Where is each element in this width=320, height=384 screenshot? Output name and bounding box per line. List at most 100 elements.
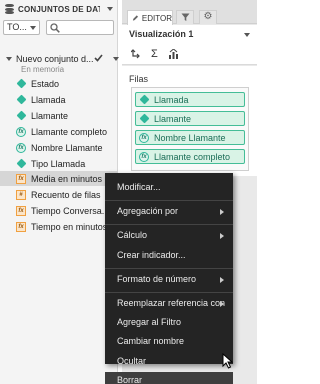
menu-separator: [105, 224, 233, 226]
field-item[interactable]: Tipo Llamada: [0, 156, 118, 171]
tab-editor[interactable]: EDITOR: [127, 10, 173, 25]
menu-item-label: Agregar al Filtro: [117, 317, 182, 328]
collapse-icon[interactable]: [6, 57, 12, 61]
rows-drop-zone[interactable]: Llamada Llamante fx Nombre Llamante fx Lla…: [131, 87, 249, 171]
chevron-down-icon: [244, 33, 250, 37]
field-label: Llamada: [31, 94, 66, 105]
editor-tab-strip: EDITOR ⚙: [122, 0, 257, 25]
field-item-selected[interactable]: fx Media en minutos: [0, 171, 118, 186]
swap-icon[interactable]: [131, 48, 141, 59]
chevron-down-icon: [30, 26, 36, 30]
menu-item-add-to-filter[interactable]: Agregar al Filtro: [105, 314, 233, 333]
field-label: Tiempo Conversa...: [31, 205, 110, 216]
menu-item-modify[interactable]: Modificar...: [105, 179, 233, 198]
database-icon: [5, 4, 14, 14]
chevron-down-icon[interactable]: [107, 7, 113, 11]
tab-editor-label: EDITOR: [141, 13, 172, 23]
field-item[interactable]: fx Nombre Llamante: [0, 140, 118, 155]
row-pill-label: Llamada: [154, 94, 189, 105]
pencil-icon: [132, 15, 139, 21]
menu-item-replace-reference[interactable]: Reemplazar referencia con: [105, 295, 233, 314]
row-pill[interactable]: fx Nombre Llamante: [135, 130, 245, 145]
menu-item-rename[interactable]: Cambiar nombre: [105, 333, 233, 352]
field-label: Nombre Llamante: [31, 142, 103, 153]
dataset-row[interactable]: Nuevo conjunto d...: [0, 52, 119, 66]
menu-separator: [105, 267, 233, 269]
dimension-icon: [139, 113, 149, 124]
check-icon: [94, 54, 103, 62]
dimension-icon: [16, 110, 26, 121]
tab-settings[interactable]: ⚙: [199, 10, 217, 24]
chevron-down-icon[interactable]: [113, 57, 119, 61]
calculated-measure-icon: fx: [16, 221, 26, 232]
search-input[interactable]: [46, 20, 114, 35]
menu-item-delete[interactable]: Borrar: [105, 371, 233, 384]
row-pill-label: Llamante completo: [154, 151, 231, 162]
menu-item-label: Formato de número: [117, 273, 197, 284]
field-item[interactable]: Llamante: [0, 108, 118, 123]
menu-item-label: Ocultar: [117, 355, 147, 366]
menu-item-hide[interactable]: Ocultar: [105, 353, 233, 372]
menu-item-aggregation[interactable]: Agregación por: [105, 203, 233, 222]
datasets-panel: CONJUNTOS DE DATO... TO... Nuevo conjunt…: [0, 0, 119, 384]
measure-count-icon: #: [16, 189, 26, 200]
gear-icon: ⚙: [203, 11, 213, 22]
submenu-arrow-icon: [220, 209, 224, 216]
mouse-cursor-icon: [222, 353, 233, 369]
field-item[interactable]: fx Tiempo Conversa...: [0, 203, 118, 218]
calculated-measure-icon: fx: [16, 173, 26, 184]
datasets-panel-title: CONJUNTOS DE DATO...: [18, 4, 100, 14]
calculated-dimension-icon: fx: [139, 151, 149, 162]
dataset-status: En memoria: [21, 65, 65, 74]
menu-item-label: Agregación por: [117, 206, 179, 217]
field-item[interactable]: Estado: [0, 76, 118, 91]
context-menu: Modificar... Agregación por Cálculo Crea…: [105, 173, 233, 384]
row-pill[interactable]: Llamante: [135, 111, 245, 126]
visualization-name: Visualización 1: [129, 29, 194, 39]
menu-item-label: Crear indicador...: [117, 249, 186, 260]
submenu-arrow-icon: [220, 276, 224, 283]
field-label: Llamante: [31, 110, 69, 121]
calculated-dimension-icon: fx: [16, 142, 26, 153]
calculated-measure-icon: fx: [16, 205, 26, 216]
editor-toolbar: Σ: [122, 43, 257, 65]
dataset-type-select[interactable]: TO...: [3, 20, 40, 35]
field-label: Media en minutos: [31, 173, 103, 184]
menu-item-create-indicator[interactable]: Crear indicador...: [105, 247, 233, 266]
field-item[interactable]: fx Tiempo en minutos: [0, 219, 118, 234]
dimension-icon: [139, 94, 149, 105]
sigma-icon[interactable]: Σ: [151, 48, 158, 60]
dimension-icon: [16, 94, 26, 105]
field-label: Tiempo en minutos: [31, 221, 108, 232]
submenu-arrow-icon: [220, 300, 224, 307]
row-pill[interactable]: Llamada: [135, 92, 245, 107]
row-pill-label: Nombre Llamante: [154, 132, 226, 143]
menu-item-number-format[interactable]: Formato de número: [105, 271, 233, 290]
menu-item-calculation[interactable]: Cálculo: [105, 227, 233, 246]
field-item[interactable]: fx Llamante completo: [0, 124, 118, 139]
field-item[interactable]: # Recuento de filas: [0, 187, 118, 202]
field-label: Estado: [31, 78, 60, 89]
menu-item-label: Cálculo: [117, 230, 148, 241]
field-label: Tipo Llamada: [31, 158, 86, 169]
rows-section-label: Filas: [129, 74, 149, 84]
dimension-icon: [16, 78, 26, 89]
filter-icon: [181, 13, 190, 21]
menu-separator: [105, 200, 233, 202]
submenu-arrow-icon: [220, 233, 224, 240]
datasets-panel-header[interactable]: CONJUNTOS DE DATO...: [0, 0, 118, 18]
sort-icon[interactable]: [168, 48, 179, 59]
dataset-name: Nuevo conjunto d...: [16, 54, 94, 64]
dimension-icon: [16, 158, 26, 169]
menu-item-label: Modificar...: [117, 182, 161, 192]
field-item[interactable]: Llamada: [0, 92, 118, 107]
tab-filter[interactable]: [176, 10, 194, 24]
menu-item-label: Cambiar nombre: [117, 336, 185, 347]
row-pill[interactable]: fx Llamante completo: [135, 149, 245, 164]
menu-item-label: Reemplazar referencia con: [117, 297, 226, 308]
field-label: Recuento de filas: [31, 189, 101, 200]
menu-separator: [105, 291, 233, 293]
rows-section: Filas Llamada Llamante fx Nombre Llamante…: [122, 66, 257, 176]
calculated-dimension-icon: fx: [16, 126, 26, 137]
visualization-selector[interactable]: Visualización 1: [122, 25, 257, 43]
